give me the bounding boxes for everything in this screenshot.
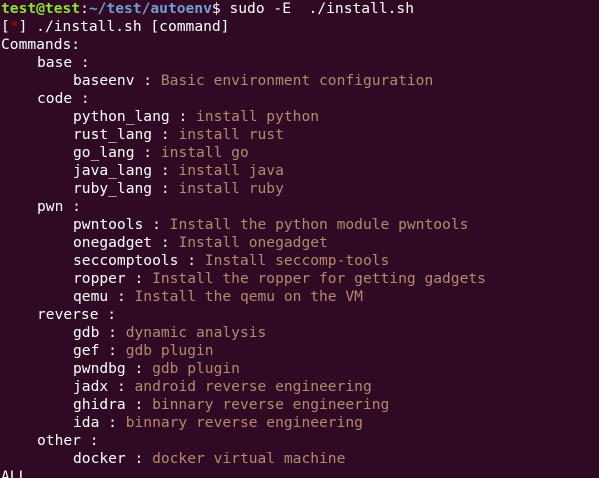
command-row: docker : docker virtual machine	[1, 450, 599, 468]
command-description: gdb plugin	[152, 360, 240, 377]
command-groups: base : baseenv : Basic environment config…	[1, 54, 599, 468]
command-separator: :	[125, 270, 153, 287]
command-description: install ruby	[178, 180, 284, 197]
command-row: ropper : Install the ropper for getting …	[1, 270, 599, 288]
command-name: rust_lang	[73, 126, 153, 143]
command-description: Install the ropper for getting gadgets	[152, 270, 486, 287]
command-row: onegadget : Install onegadget	[1, 234, 599, 252]
command-row: java_lang : install java	[1, 162, 599, 180]
command-separator: :	[108, 378, 135, 395]
command-description: Install the qemu on the VM	[134, 288, 363, 305]
group-header: other :	[37, 432, 99, 449]
command-row: pwntools : Install the python module pwn…	[1, 216, 599, 234]
command-description: gdb plugin	[125, 342, 214, 359]
command-row: python_lang : install python	[1, 108, 599, 126]
group-header: code :	[37, 90, 90, 107]
command-row: go_lang : install go	[1, 144, 599, 162]
command-description: binnary reverse engineering	[125, 414, 363, 431]
command-name: gef	[73, 342, 100, 359]
prompt-line: test@test:~/test/autoenv$ sudo -E ./inst…	[1, 0, 599, 18]
command-description: install go	[160, 144, 249, 161]
command-description: Basic environment configuration	[160, 72, 434, 89]
command-row: ida : binnary reverse engineering	[1, 414, 599, 432]
command-description: Install seccomp-tools	[204, 252, 390, 269]
command-name: ruby_lang	[73, 180, 153, 197]
command-separator: :	[99, 342, 126, 359]
command-name: ida	[73, 414, 100, 431]
prompt-command: sudo -E ./install.sh	[220, 0, 414, 17]
command-separator: :	[152, 180, 179, 197]
command-row: jadx : android reverse engineering	[1, 378, 599, 396]
command-name: baseenv	[73, 72, 135, 89]
command-separator: :	[99, 414, 126, 431]
command-separator: :	[134, 72, 161, 89]
group-header: reverse :	[37, 306, 117, 323]
command-name: seccomptools	[73, 252, 179, 269]
command-name: ghidra	[73, 396, 126, 413]
command-description: binnary reverse engineering	[152, 396, 390, 413]
command-row: seccomptools : Install seccomp-tools	[1, 252, 599, 270]
prompt-symbol: $	[211, 0, 221, 17]
command-separator: :	[169, 108, 197, 125]
command-separator: :	[178, 252, 205, 269]
command-description: install rust	[178, 126, 284, 143]
command-name: gdb	[73, 324, 100, 341]
trailing-all: ALL	[1, 468, 28, 478]
command-separator: :	[125, 450, 153, 467]
command-separator: :	[143, 216, 170, 233]
command-name: docker	[73, 450, 126, 467]
command-description: install python	[196, 108, 320, 125]
command-separator: :	[99, 324, 126, 341]
group-header: base :	[37, 54, 90, 71]
group-header: pwn :	[37, 198, 81, 215]
command-row: rust_lang : install rust	[1, 126, 599, 144]
command-separator: :	[152, 162, 179, 179]
command-row: qemu : Install the qemu on the VM	[1, 288, 599, 306]
command-name: pwntools	[73, 216, 144, 233]
command-name: go_lang	[73, 144, 135, 161]
command-description: dynamic analysis	[125, 324, 267, 341]
command-row: baseenv : Basic environment configuratio…	[1, 72, 599, 90]
command-separator: :	[152, 126, 179, 143]
command-description: docker virtual machine	[152, 450, 346, 467]
prompt-colon: :	[80, 0, 89, 17]
command-name: onegadget	[73, 234, 153, 251]
prompt-path: ~/test/autoenv	[88, 0, 212, 17]
command-description: Install onegadget	[178, 234, 328, 251]
command-description: android reverse engineering	[134, 378, 372, 395]
command-row: gef : gdb plugin	[1, 342, 599, 360]
command-row: ruby_lang : install ruby	[1, 180, 599, 198]
command-description: install java	[178, 162, 284, 179]
command-name: pwndbg	[73, 360, 126, 377]
usage-banner: [*] ./install.sh [command]	[1, 18, 599, 36]
command-separator: :	[125, 396, 153, 413]
banner-bracket-open: [	[1, 18, 10, 35]
command-separator: :	[108, 288, 135, 305]
command-name: ropper	[73, 270, 126, 287]
command-row: ghidra : binnary reverse engineering	[1, 396, 599, 414]
banner-text: ./install.sh [command]	[27, 18, 230, 35]
banner-star: *	[9, 18, 19, 35]
command-description: Install the python module pwntools	[169, 216, 469, 233]
command-name: python_lang	[73, 108, 170, 125]
command-name: java_lang	[73, 162, 153, 179]
terminal-window[interactable]: test@test:~/test/autoenv$ sudo -E ./inst…	[0, 0, 599, 478]
command-row: gdb : dynamic analysis	[1, 324, 599, 342]
command-name: jadx	[73, 378, 109, 395]
command-name: qemu	[73, 288, 109, 305]
command-separator: :	[134, 144, 161, 161]
commands-heading: Commands:	[1, 36, 81, 53]
command-separator: :	[152, 234, 179, 251]
command-row: pwndbg : gdb plugin	[1, 360, 599, 378]
command-separator: :	[125, 360, 153, 377]
prompt-user-host: test@test	[1, 0, 81, 17]
